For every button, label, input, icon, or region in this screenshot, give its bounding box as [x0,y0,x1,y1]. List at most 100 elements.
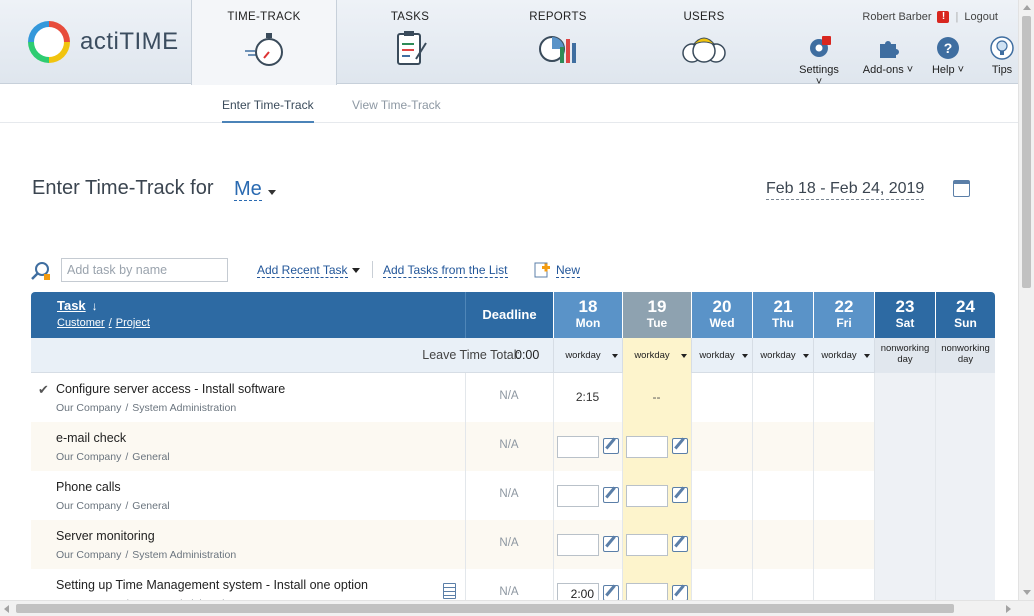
time-input-mon[interactable] [557,436,599,458]
actitime-logo[interactable]: actiTIME [0,0,191,84]
time-cell-sun [935,373,995,422]
time-cell-sun [935,520,995,569]
table-row: Server monitoring Our Company / System Admi… [31,520,995,569]
table-row: Phone calls Our Company / General N/A [31,471,995,520]
new-task-icon[interactable] [534,262,550,278]
edit-comment-icon[interactable] [603,487,619,503]
day-type-select-tue[interactable]: workday [622,338,691,373]
tab-tasks[interactable]: TASKS [352,0,468,84]
chevron-down-icon[interactable] [612,354,618,358]
edit-comment-icon[interactable] [672,536,688,552]
scroll-left-icon[interactable] [4,605,9,613]
horizontal-scrollbar[interactable] [0,600,1034,616]
edit-comment-icon[interactable] [672,585,688,601]
chevron-down-icon[interactable] [268,190,276,195]
bar-chart-icon [539,36,576,63]
time-value-tue: -- [652,390,661,404]
task-cell[interactable]: Server monitoring Our Company / System Admi… [31,520,465,569]
day-number: 24 [956,297,975,316]
time-input-mon[interactable] [557,485,599,507]
task-column-header[interactable]: Task ↓ Customer / Project [31,292,465,338]
task-cell[interactable]: Phone calls Our Company / General [31,471,465,520]
task-notes-icon[interactable] [443,583,456,599]
user-name[interactable]: Robert Barber [862,11,931,23]
task-cell[interactable]: e-mail check Our Company / General [31,422,465,471]
addons-menu[interactable]: Add-ons ˅ [862,36,914,76]
logout-link[interactable]: Logout [964,11,998,23]
edit-comment-icon[interactable] [603,438,619,454]
task-name[interactable]: Server monitoring [56,529,155,543]
tab-tasks-label: TASKS [390,11,430,23]
help-icon: ? [937,37,959,59]
day-number: 18 [578,297,598,316]
scroll-thumb[interactable] [16,604,954,613]
time-cell-thu [752,373,813,422]
project-sort-link[interactable]: Project [116,317,150,329]
task-name[interactable]: Phone calls [56,480,121,494]
task-name[interactable]: Setting up Time Management system - Inst… [56,578,368,592]
help-menu[interactable]: ? Help ˅ [930,36,966,76]
day-type-select-mon[interactable]: workday [553,338,622,373]
edit-comment-icon[interactable] [603,585,619,601]
day-type-select-fri[interactable]: workday [813,338,874,373]
time-cell-wed [691,471,752,520]
users-icon [682,37,726,63]
day-header-mon: 18 Mon [553,292,622,338]
task-name[interactable]: e-mail check [56,431,126,445]
tab-reports[interactable]: REPORTS [500,0,616,84]
task-name[interactable]: Configure server access - Install softwa… [56,382,285,396]
time-input-mon[interactable] [557,534,599,556]
time-input-tue[interactable] [626,534,668,556]
task-cell[interactable]: ✔ Configure server access - Install softw… [31,373,465,422]
day-number: 20 [712,297,732,316]
tab-time-track[interactable]: TIME-TRACK [191,0,337,85]
alert-icon[interactable]: ! [937,11,950,23]
tips-button[interactable]: Tips [988,36,1016,76]
leave-time-total: 0:00 [515,348,540,362]
time-input-tue[interactable] [626,485,668,507]
checkmark-icon[interactable]: ✔ [38,382,49,398]
chevron-down-icon[interactable] [803,354,809,358]
user-menu: Robert Barber ! | Logout [862,11,998,23]
chevron-down-icon[interactable] [681,354,687,358]
day-type-value: nonworking day [880,343,930,365]
subtab-enter-time-track[interactable]: Enter Time-Track [222,98,314,123]
tab-users[interactable]: USERS [646,0,762,84]
scroll-thumb[interactable] [1022,16,1031,288]
chevron-down-icon: ˅ [903,64,914,76]
customer-sort-link[interactable]: Customer [57,317,105,329]
edit-comment-icon[interactable] [672,487,688,503]
time-cell-wed [691,520,752,569]
add-recent-task-button[interactable]: Add Recent Task [257,263,348,278]
chevron-down-icon[interactable] [864,354,870,358]
day-type-select-wed[interactable]: workday [691,338,752,373]
gear-icon [810,36,831,57]
scroll-up-icon[interactable] [1023,5,1031,10]
new-task-button[interactable]: New [556,263,581,278]
sort-arrow-icon[interactable]: ↓ [92,299,98,313]
date-range-selector[interactable]: Feb 18 - Feb 24, 2019 [766,179,925,200]
subtab-view-time-track[interactable]: View Time-Track [352,98,441,112]
edit-comment-icon[interactable] [672,438,688,454]
time-input-tue[interactable] [626,436,668,458]
day-type-value: workday [760,350,796,361]
day-type-select-thu[interactable]: workday [752,338,813,373]
day-header-thu: 21 Thu [752,292,813,338]
settings-menu[interactable]: Settings ˅ [796,36,842,88]
add-tasks-from-list-button[interactable]: Add Tasks from the List [383,263,508,278]
time-cell-sat [874,373,935,422]
vertical-scrollbar[interactable] [1018,0,1034,600]
chevron-down-icon[interactable] [352,268,360,273]
user-selector[interactable]: Me [234,178,262,201]
day-name: Mon [575,316,601,330]
scroll-down-icon[interactable] [1023,590,1031,595]
calendar-icon[interactable] [953,180,970,197]
add-task-by-name-input[interactable] [61,258,228,282]
chevron-down-icon[interactable] [742,354,748,358]
task-header-label[interactable]: Task [57,298,86,313]
edit-comment-icon[interactable] [603,536,619,552]
day-name: Thu [772,316,794,330]
day-type-value: workday [634,350,670,361]
scroll-right-icon[interactable] [1006,605,1011,613]
task-path: Our Company / General [56,500,170,512]
